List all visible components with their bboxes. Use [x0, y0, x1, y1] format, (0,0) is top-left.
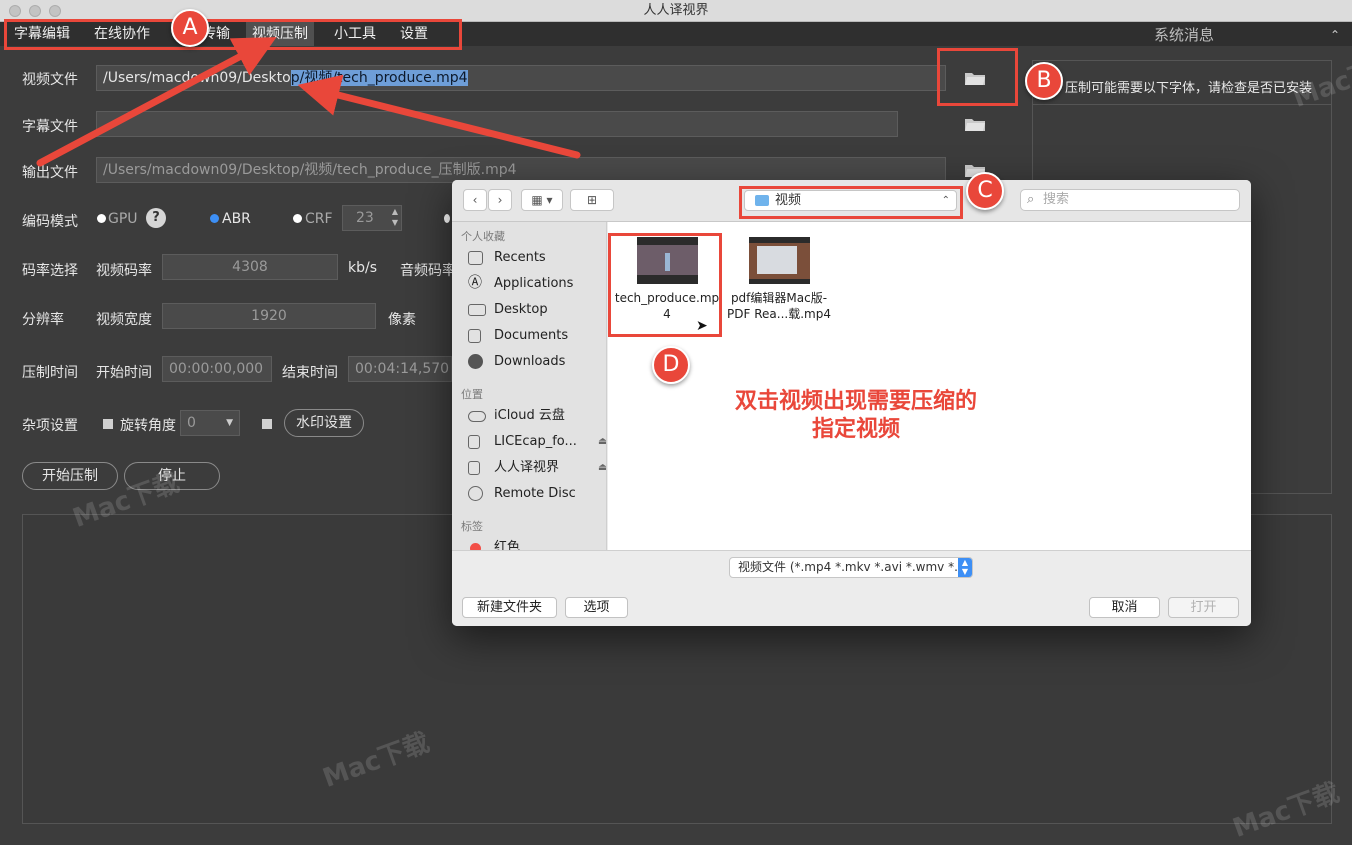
annotation-badge-c: C — [966, 172, 1004, 210]
annotation-badge-a: A — [171, 9, 209, 47]
annotation-note-line: 双击视频出现需要压缩的 — [734, 389, 977, 414]
annotation-badge-b: B — [1025, 62, 1063, 100]
annotation-arrows — [36, 37, 581, 167]
annotation-note: 双击视频出现需要压缩的 指定视频 — [706, 388, 1006, 444]
annotation-note-line: 指定视频 — [811, 417, 900, 442]
annotation-badge-d: D — [652, 346, 690, 384]
